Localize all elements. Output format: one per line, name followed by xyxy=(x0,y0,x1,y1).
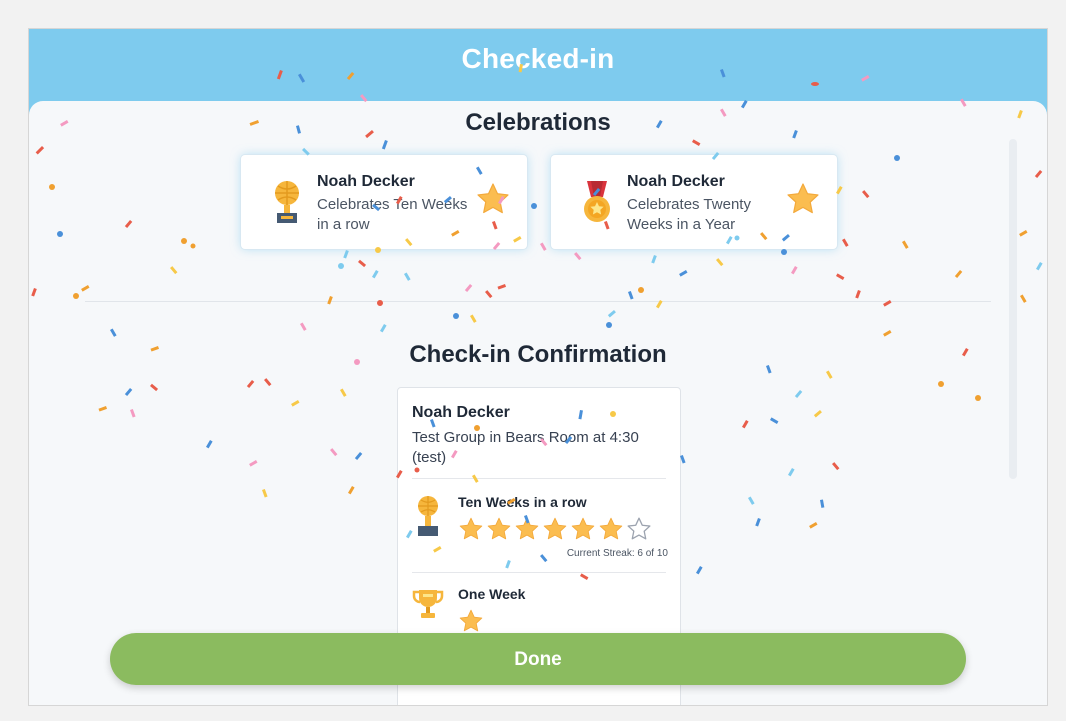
card-divider xyxy=(412,478,666,479)
celebrations-title: Celebrations xyxy=(465,109,611,136)
star-icon xyxy=(571,517,595,540)
star-icon xyxy=(477,183,509,214)
checked-in-window: Checked-in Celebrations Noah Decker Cele… xyxy=(28,28,1048,706)
star-icon xyxy=(543,517,567,540)
section-divider xyxy=(85,301,991,302)
checkin-detail: Test Group in Bears Room at 4:30 (test) xyxy=(412,429,639,466)
celebration-card: Noah Decker Celebrates Twenty Weeks in a… xyxy=(551,155,837,249)
scrollbar[interactable] xyxy=(1009,139,1017,479)
star-rating xyxy=(458,608,484,634)
celebration-cards: Noah Decker Celebrates Ten Weeks in a ro… xyxy=(241,155,837,249)
content-panel: Celebrations Noah Decker Celebrates Ten … xyxy=(29,101,1047,705)
celebration-description: Celebrates Twenty Weeks in a Year xyxy=(627,196,751,233)
globe-trophy-icon xyxy=(418,496,438,536)
achievement-item: Ten Weeks in a row Current Streak: 6 of … xyxy=(412,494,668,574)
achievement-title: Ten Weeks in a row xyxy=(458,494,587,510)
star-icon xyxy=(787,183,819,214)
celebration-name: Noah Decker xyxy=(627,173,725,190)
celebration-name: Noah Decker xyxy=(317,173,415,190)
person-name: Noah Decker xyxy=(412,404,510,421)
star-icon xyxy=(459,517,483,540)
done-button[interactable]: Done xyxy=(110,633,966,685)
star-icon xyxy=(487,517,511,540)
empty-star-icon xyxy=(627,517,651,540)
globe-trophy-icon xyxy=(275,181,299,223)
star-icon xyxy=(515,517,539,540)
achievement-title: One Week xyxy=(458,586,526,602)
confirmation-title: Check-in Confirmation xyxy=(409,341,667,368)
page-title: Checked-in xyxy=(461,43,615,74)
star-rating xyxy=(458,516,652,542)
star-icon xyxy=(459,609,483,632)
cup-trophy-icon xyxy=(412,590,444,618)
card-divider xyxy=(412,572,666,573)
celebration-description: Celebrates Ten Weeks in a row xyxy=(317,196,468,233)
star-icon xyxy=(599,517,623,540)
celebration-card: Noah Decker Celebrates Ten Weeks in a ro… xyxy=(241,155,527,249)
current-streak: Current Streak: 6 of 10 xyxy=(566,548,668,559)
medal-icon xyxy=(584,181,610,222)
